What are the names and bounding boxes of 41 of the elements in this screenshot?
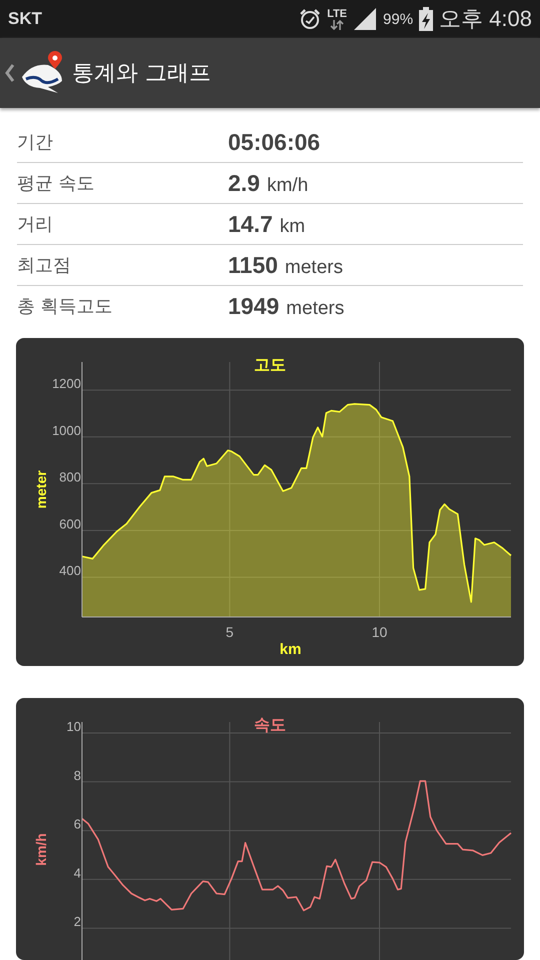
stat-value: 05:06:06 bbox=[228, 128, 320, 154]
axis-label: km bbox=[280, 641, 302, 658]
stat-label: 최고점 bbox=[17, 254, 72, 277]
stat-unit: km/h bbox=[266, 174, 308, 196]
stat-unit: meters bbox=[284, 256, 343, 278]
chart-title: 속도 bbox=[254, 715, 286, 734]
signal-icon bbox=[353, 8, 378, 30]
stat-value: 2.9 bbox=[228, 170, 260, 196]
stat-unit: meters bbox=[286, 298, 344, 318]
stat-unit: km bbox=[280, 216, 306, 236]
screen-title: 통계와 그래프 bbox=[72, 60, 211, 88]
tick-label: 10 bbox=[66, 718, 81, 734]
stat-value: 1150 bbox=[228, 252, 278, 278]
tick-label: 4 bbox=[74, 865, 81, 880]
tick-label: 1200 bbox=[52, 376, 81, 392]
stat-value: 1949 bbox=[228, 292, 280, 318]
clock-time: 오후 4:08 bbox=[439, 5, 532, 33]
stat-value: 14.7 bbox=[228, 210, 273, 236]
tick-label: 10 bbox=[372, 624, 388, 640]
stat-label: 평균 속도 bbox=[17, 172, 96, 195]
carrier-name: SKT bbox=[8, 9, 43, 29]
axis-label: km/h bbox=[33, 833, 49, 866]
battery-percent: 99% bbox=[383, 10, 414, 28]
data-arrows-icon bbox=[330, 20, 344, 30]
stat-label: 거리 bbox=[17, 213, 54, 236]
tick-label: 5 bbox=[226, 624, 234, 640]
tick-label: 6 bbox=[74, 816, 81, 832]
tick-label: 2 bbox=[74, 914, 81, 930]
axis-label: meter bbox=[33, 470, 49, 509]
stat-label: 총 획득고도 bbox=[17, 295, 114, 318]
stat-label: 기간 bbox=[17, 131, 54, 154]
tick-label: 8 bbox=[74, 768, 81, 783]
chart-title: 고도 bbox=[254, 355, 286, 374]
alarm-icon bbox=[299, 8, 322, 30]
tick-label: 400 bbox=[59, 563, 81, 578]
back-icon[interactable] bbox=[4, 63, 16, 83]
tick-label: 1000 bbox=[52, 422, 81, 438]
network-type: LTE bbox=[327, 8, 348, 20]
tick-label: 600 bbox=[59, 516, 81, 532]
battery-charging-icon bbox=[419, 7, 434, 31]
tick-label: 800 bbox=[59, 470, 81, 485]
